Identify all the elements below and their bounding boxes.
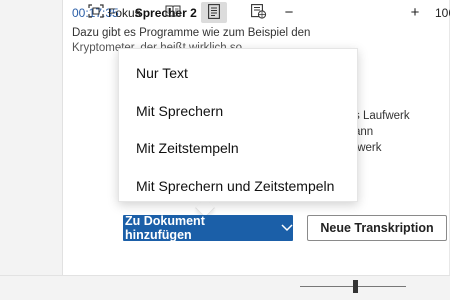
add-to-document-label: Zu Dokument hinzufügen — [125, 214, 205, 242]
menu-item-with-timestamps[interactable]: Mit Zeitstempeln — [119, 130, 357, 168]
read-mode-button[interactable] — [163, 4, 183, 21]
focus-button[interactable]: Fokus — [88, 4, 141, 21]
web-layout-icon — [251, 3, 267, 22]
focus-icon — [88, 4, 104, 21]
web-layout-button[interactable] — [249, 3, 269, 22]
add-format-menu: Nur Text Mit Sprechern Mit Zeitstempeln … — [118, 48, 358, 202]
obscured-entry-text: s Laufwerk ann fwerk — [354, 108, 410, 156]
obscured-line: s Laufwerk — [354, 110, 410, 122]
print-layout-button[interactable] — [201, 2, 227, 23]
entry-text-line: Dazu gibt es Programme wie zum Beispiel … — [72, 27, 311, 39]
status-bar — [0, 275, 450, 300]
zoom-in-button[interactable]: + — [409, 4, 421, 21]
menu-item-with-speakers[interactable]: Mit Sprechern — [119, 93, 357, 131]
menu-item-text-only[interactable]: Nur Text — [119, 55, 357, 93]
chevron-down-icon — [281, 224, 293, 232]
add-to-document-button[interactable]: Zu Dokument hinzufügen — [123, 214, 293, 242]
read-mode-icon — [165, 4, 181, 21]
zoom-out-button[interactable]: − — [283, 4, 295, 21]
new-transcription-button[interactable]: Neue Transkription — [307, 215, 447, 241]
zoom-slider-thumb[interactable] — [353, 280, 358, 293]
menu-item-with-speakers-and-timestamps[interactable]: Mit Sprechern und Zeitstempeln — [119, 168, 357, 206]
obscured-line: fwerk — [354, 142, 382, 154]
zoom-level[interactable]: 106 — [435, 4, 450, 21]
print-layout-icon — [208, 3, 220, 22]
focus-label: Fokus — [108, 5, 141, 20]
obscured-line: ann — [354, 126, 374, 138]
